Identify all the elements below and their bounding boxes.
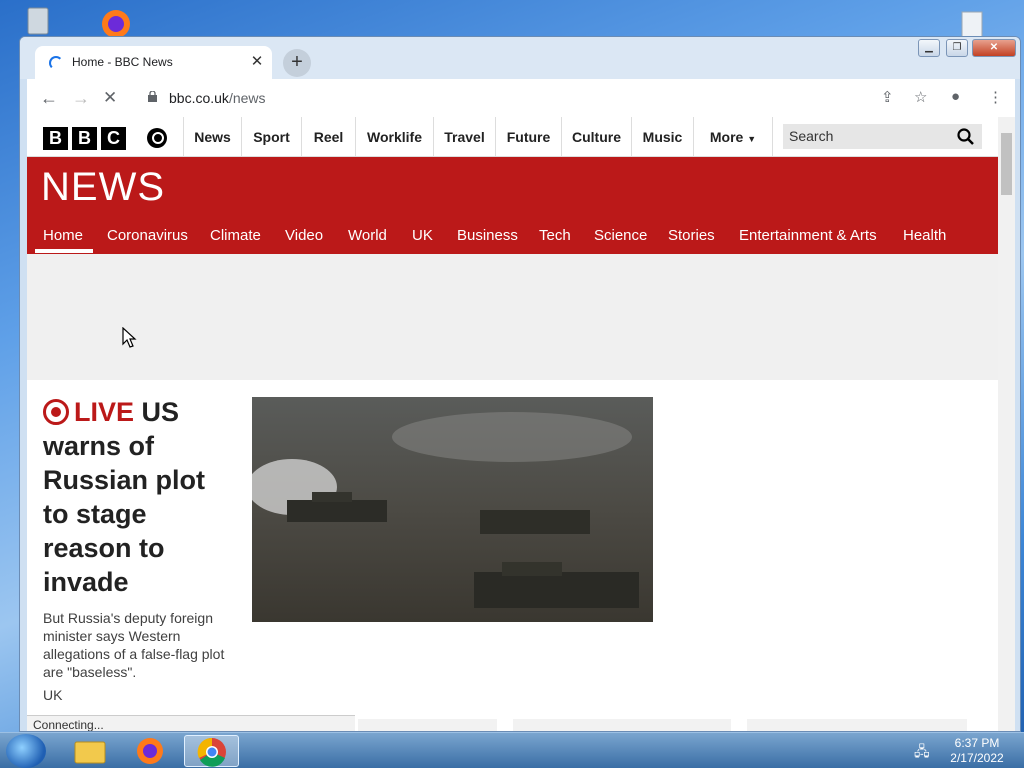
lock-icon xyxy=(148,91,157,102)
system-clock[interactable]: 6:37 PM 2/17/2022 xyxy=(942,736,1012,766)
status-bar: Connecting... xyxy=(27,715,355,731)
stop-loading-icon[interactable]: ✕ xyxy=(103,88,117,108)
section-tech[interactable]: Tech xyxy=(539,227,571,244)
file-explorer-taskbar-icon[interactable] xyxy=(62,735,117,767)
forward-arrow-icon[interactable]: → xyxy=(72,88,90,109)
topnav-news[interactable]: News xyxy=(183,117,241,157)
section-entertainment-arts[interactable]: Entertainment & Arts xyxy=(739,227,877,244)
live-label: LIVE xyxy=(74,397,135,427)
section-uk[interactable]: UK xyxy=(412,227,433,244)
tab-strip: Home - BBC News ✕ + ▁ ❐ ✕ xyxy=(20,37,1020,79)
story-card-stub xyxy=(358,719,497,731)
clock-date: 2/17/2022 xyxy=(950,751,1004,765)
mouse-cursor-icon xyxy=(122,327,137,348)
bbc-logo-c[interactable]: C xyxy=(101,127,126,150)
news-header: NEWS Home Coronavirus Climate Video Worl… xyxy=(27,157,998,254)
address-bar[interactable]: bbc.co.uk/news xyxy=(138,83,898,113)
topnav-reel[interactable]: Reel xyxy=(301,117,355,157)
url-text: bbc.co.uk/news xyxy=(169,90,266,106)
firefox-taskbar-icon[interactable] xyxy=(123,735,178,767)
story-photo[interactable] xyxy=(252,397,653,622)
loading-spinner-icon xyxy=(49,56,63,70)
new-tab-button[interactable]: + xyxy=(283,49,311,77)
story-card-stub xyxy=(513,719,731,731)
bbc-logo-b2[interactable]: B xyxy=(72,127,97,150)
story-tag[interactable]: UK xyxy=(43,687,62,703)
page-scrollbar[interactable] xyxy=(998,117,1015,731)
chrome-taskbar-icon[interactable] xyxy=(184,735,239,767)
minimize-button[interactable]: ▁ xyxy=(918,39,940,57)
section-coronavirus[interactable]: Coronavirus xyxy=(107,227,188,244)
maximize-button[interactable]: ❐ xyxy=(946,39,968,57)
tab-title: Home - BBC News xyxy=(72,55,173,69)
share-icon[interactable]: ⇪ xyxy=(881,88,894,106)
topnav-music[interactable]: Music xyxy=(631,117,693,157)
topnav-worklife[interactable]: Worklife xyxy=(355,117,433,157)
ad-placeholder xyxy=(27,254,998,380)
topnav-future[interactable]: Future xyxy=(495,117,561,157)
start-button[interactable] xyxy=(6,734,46,768)
topnav-culture[interactable]: Culture xyxy=(561,117,631,157)
topnav-travel[interactable]: Travel xyxy=(433,117,495,157)
story-card-stub xyxy=(747,719,967,731)
headline-text: US warns of Russian plot to stage reason… xyxy=(43,397,206,597)
tab-bbc-news[interactable]: Home - BBC News ✕ xyxy=(35,46,272,79)
browser-window: Home - BBC News ✕ + ▁ ❐ ✕ ← → ✕ bbc.co.u… xyxy=(19,36,1021,732)
page-viewport: B B C News Sport Reel Worklife Travel Fu… xyxy=(27,117,1015,731)
scrollbar-thumb[interactable] xyxy=(1001,133,1012,195)
clock-time: 6:37 PM xyxy=(954,736,1000,750)
topnav-more[interactable]: More ▼ xyxy=(693,117,773,157)
news-logo[interactable]: NEWS xyxy=(41,165,165,210)
bbc-logo-b1[interactable]: B xyxy=(43,127,68,150)
file-desktop-icon[interactable] xyxy=(954,10,990,39)
search-placeholder: Search xyxy=(789,128,834,144)
live-icon xyxy=(43,399,69,425)
section-climate[interactable]: Climate xyxy=(210,227,261,244)
close-window-button[interactable]: ✕ xyxy=(972,39,1016,57)
account-icon[interactable] xyxy=(147,128,167,148)
story-summary: But Russia's deputy foreign minister say… xyxy=(43,610,225,680)
menu-kebab-icon[interactable]: ⋮ xyxy=(988,88,1003,106)
section-stories[interactable]: Stories xyxy=(668,227,715,244)
section-home[interactable]: Home xyxy=(43,227,83,244)
taskbar: 🖧 6:37 PM 2/17/2022 xyxy=(0,732,1024,768)
active-section-indicator xyxy=(35,249,93,253)
section-business[interactable]: Business xyxy=(457,227,518,244)
topnav-sport[interactable]: Sport xyxy=(241,117,301,157)
search-icon[interactable] xyxy=(957,128,974,145)
recycle-bin-icon[interactable] xyxy=(20,4,56,36)
top-story-headline[interactable]: LIVE US warns of Russian plot to stage r… xyxy=(43,395,233,599)
back-arrow-icon[interactable]: ← xyxy=(40,88,58,109)
browser-toolbar: ← → ✕ bbc.co.uk/news ⇪ ☆ ● ⋮ xyxy=(27,79,1015,117)
bookmark-star-icon[interactable]: ☆ xyxy=(914,88,927,106)
section-health[interactable]: Health xyxy=(903,227,946,244)
search-box[interactable]: Search xyxy=(783,124,982,149)
section-world[interactable]: World xyxy=(348,227,387,244)
profile-icon[interactable]: ● xyxy=(951,88,960,105)
section-science[interactable]: Science xyxy=(594,227,647,244)
tab-close-icon[interactable]: ✕ xyxy=(248,52,266,70)
network-tray-icon[interactable]: 🖧 xyxy=(914,741,930,765)
section-video[interactable]: Video xyxy=(285,227,323,244)
bbc-masthead: B B C News Sport Reel Worklife Travel Fu… xyxy=(27,117,998,157)
firefox-desktop-icon[interactable] xyxy=(94,6,138,38)
